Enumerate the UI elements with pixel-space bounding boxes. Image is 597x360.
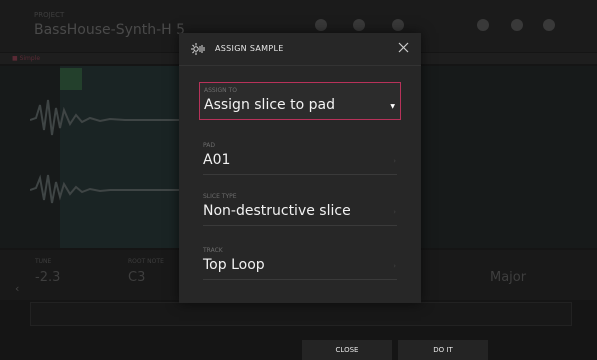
dialog-header: ASSIGN SAMPLE [179, 33, 421, 66]
mode-value[interactable]: Major [490, 270, 526, 285]
close-button[interactable]: CLOSE [302, 340, 392, 360]
assign-to-select[interactable]: ASSIGN TO Assign slice to pad ▼ [199, 82, 401, 120]
list-icon[interactable] [353, 19, 365, 31]
slice-type-value: Non-destructive slice [203, 203, 351, 219]
tab-simple[interactable]: ■ Simple [12, 55, 40, 62]
chevron-left-icon[interactable]: ‹ [15, 282, 19, 295]
track-label: TRACK [203, 247, 223, 254]
project-title: BassHouse-Synth-H 5 [34, 22, 186, 38]
search-icon[interactable] [511, 19, 523, 31]
project-label: PROJECT [34, 11, 65, 19]
divider [203, 279, 397, 280]
slice-type-label: SLICE TYPE [203, 193, 237, 200]
tune-value[interactable]: -2.3 [35, 270, 60, 285]
waveform [30, 99, 180, 204]
chevron-right-icon: › [393, 262, 396, 270]
pad-label: PAD [203, 142, 215, 149]
chevron-down-icon: ▼ [390, 103, 395, 110]
assign-sample-dialog: ASSIGN SAMPLE ASSIGN TO Assign slice to … [179, 33, 421, 303]
do-it-button[interactable]: DO IT [398, 340, 488, 360]
root-note-value[interactable]: C3 [128, 270, 145, 285]
bottom-row [30, 302, 572, 326]
divider [203, 225, 397, 226]
close-icon[interactable] [398, 42, 409, 53]
slice-type-field[interactable]: SLICE TYPE Non-destructive slice › [199, 189, 401, 227]
divider [203, 174, 397, 175]
gear-icon[interactable] [543, 19, 555, 31]
assign-sample-icon [191, 43, 205, 55]
pad-icon[interactable] [392, 19, 404, 31]
track-field[interactable]: TRACK Top Loop › [199, 243, 401, 281]
root-note-label: ROOT NOTE [128, 258, 164, 265]
assign-to-label: ASSIGN TO [204, 87, 237, 94]
pad-field[interactable]: PAD A01 › [199, 138, 401, 176]
dialog-title: ASSIGN SAMPLE [215, 44, 284, 53]
assign-to-value: Assign slice to pad [204, 97, 335, 113]
track-value: Top Loop [203, 257, 265, 273]
chevron-right-icon: › [393, 208, 396, 216]
chevron-right-icon: › [393, 157, 396, 165]
tune-label: TUNE [35, 258, 52, 265]
headphones-icon[interactable] [477, 19, 489, 31]
pad-value: A01 [203, 152, 231, 168]
grid-icon[interactable] [315, 19, 327, 31]
